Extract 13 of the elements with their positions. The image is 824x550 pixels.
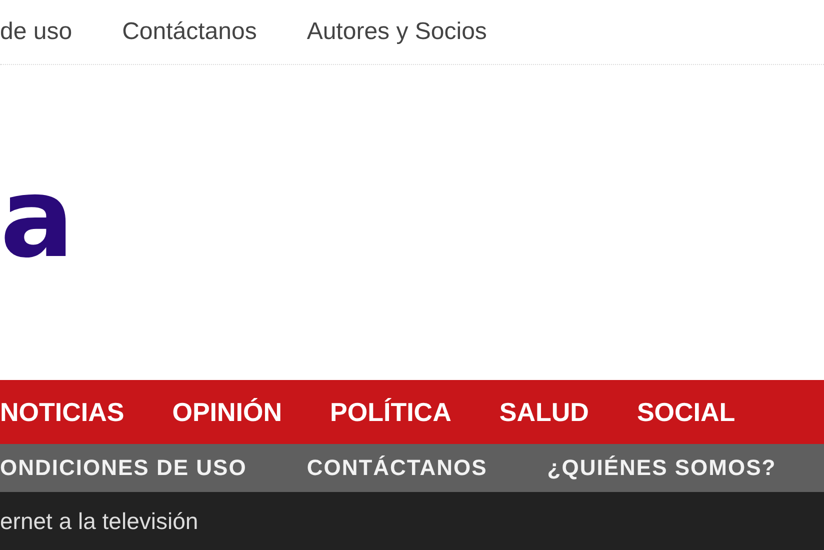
secondary-nav-link[interactable]: CONTÁCTANOS (306, 455, 488, 481)
ticker-text: ernet a la televisión (0, 508, 198, 534)
secondary-nav-link[interactable]: ONDICIONES DE USO (0, 455, 247, 481)
top-menu-link[interactable]: de uso (0, 18, 72, 46)
top-menu-link[interactable]: Autores y Socios (306, 18, 487, 46)
main-nav-link[interactable]: OPINIÓN (172, 396, 282, 428)
main-nav-link[interactable]: NOTICIAS (0, 396, 124, 428)
top-menu-link[interactable]: Contáctanos (122, 18, 257, 46)
secondary-nav-link[interactable]: ¿QUIÉNES SOMOS? (547, 455, 776, 481)
logo-text: a (0, 162, 74, 272)
main-nav-link[interactable]: POLÍTICA (330, 396, 452, 428)
main-nav-link[interactable]: SALUD (499, 396, 589, 428)
main-nav-link[interactable]: SOCIAL (636, 396, 736, 428)
